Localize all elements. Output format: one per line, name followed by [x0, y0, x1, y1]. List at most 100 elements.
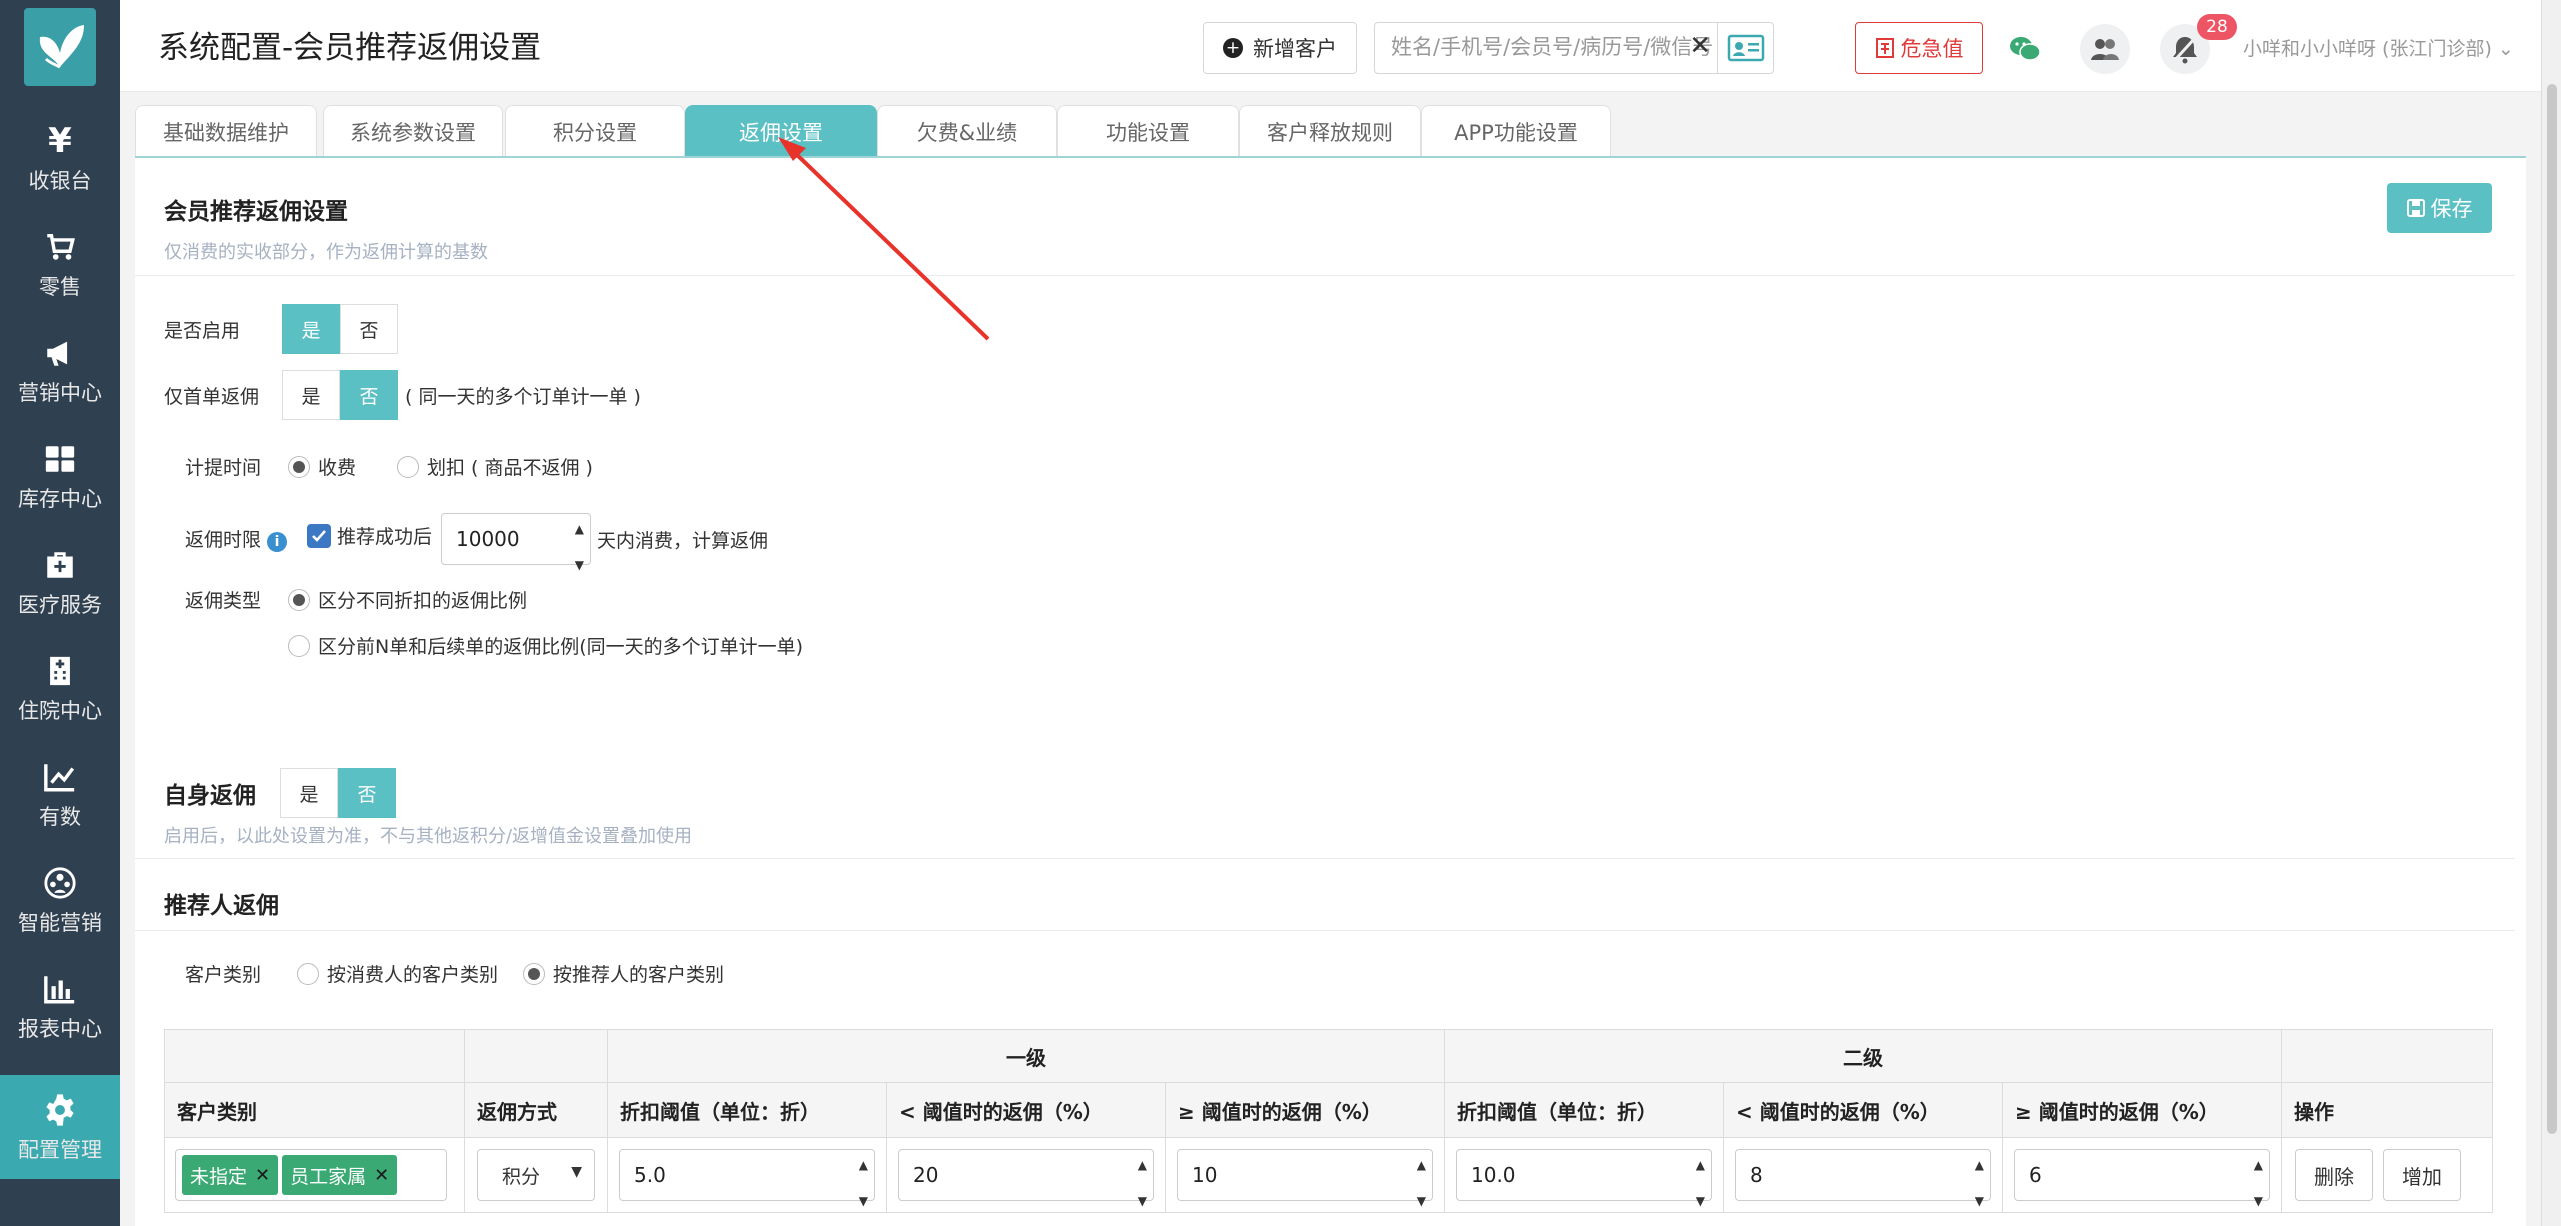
sidebar-item-inventory[interactable]: 库存中心 — [0, 424, 120, 528]
id-card-icon[interactable] — [1717, 23, 1773, 73]
sidebar-item-config[interactable]: 配置管理 — [0, 1075, 120, 1179]
rebate-type-discount-radio[interactable]: 区分不同折扣的返佣比例 — [288, 586, 527, 613]
self-rebate-subtitle: 启用后，以此处设置为准，不与其他返积分/返增值金设置叠加使用 — [164, 826, 693, 847]
level2-threshold-input[interactable]: 10.0 ▲ ▼ — [1456, 1149, 1712, 1208]
scrollbar-thumb[interactable] — [2547, 84, 2557, 1134]
notification-badge: 28 — [2197, 14, 2237, 40]
stepper-arrows-icon[interactable]: ▲ ▼ — [1417, 1156, 1426, 1210]
table-corner-cell — [464, 1029, 608, 1083]
table-corner-cell — [2281, 1029, 2493, 1083]
divider — [135, 858, 2515, 859]
sidebar-item-label: 住院中心 — [18, 699, 102, 723]
tab-release-rules[interactable]: 客户释放规则 — [1239, 105, 1421, 157]
divider — [135, 930, 2515, 931]
accrual-charge-radio[interactable]: 收费 — [288, 453, 356, 480]
sidebar-item-retail[interactable]: 零售 — [0, 212, 120, 316]
self-rebate-toggle: 是 否 — [280, 768, 396, 818]
sidebar-item-reports[interactable]: 报表中心 — [0, 954, 120, 1058]
time-limit-days-input[interactable]: 10000 ▲ ▼ — [441, 513, 591, 572]
level2-above-input[interactable]: 6 ▲ ▼ — [2014, 1149, 2270, 1208]
sidebar-item-label: 营销中心 — [18, 381, 102, 405]
time-limit-text: 返佣时限 — [185, 529, 262, 551]
sidebar-item-medical[interactable]: 医疗服务 — [0, 530, 120, 634]
enable-no-option[interactable]: 否 — [340, 304, 398, 354]
group-users-icon[interactable] — [2080, 24, 2130, 74]
first-order-toggle: 是 否 — [282, 370, 398, 420]
cart-icon — [43, 227, 77, 267]
column-header: 返佣方式 — [464, 1082, 608, 1138]
stepper-arrows-icon[interactable]: ▲ ▼ — [1696, 1156, 1705, 1210]
page-title: 系统配置-会员推荐返佣设置 — [158, 30, 542, 66]
sidebar-item-label: 收银台 — [28, 169, 92, 193]
stepper-arrows-icon[interactable]: ▲ ▼ — [1138, 1156, 1147, 1210]
sidebar-item-smart-marketing[interactable]: 智能营销 — [0, 848, 120, 952]
first-order-yes-option[interactable]: 是 — [282, 370, 340, 420]
category-by-consumer-radio[interactable]: 按消费人的客户类别 — [297, 960, 498, 987]
sidebar-item-marketing[interactable]: 营销中心 — [0, 318, 120, 422]
stepper-arrows-icon[interactable]: ▲ ▼ — [575, 520, 584, 574]
tab-arrears[interactable]: 欠费&业绩 — [877, 105, 1057, 157]
stepper-arrows-icon[interactable]: ▲ ▼ — [1975, 1156, 1984, 1210]
sidebar-item-cashier[interactable]: ¥ 收银台 — [0, 106, 120, 210]
people-icon — [43, 863, 77, 903]
section-title: 会员推荐返佣设置 — [164, 199, 348, 225]
floppy-icon — [2406, 199, 2425, 217]
first-order-label: 仅首单返佣 — [164, 386, 260, 408]
tab-app-functions[interactable]: APP功能设置 — [1421, 105, 1611, 157]
radio-dot — [288, 588, 310, 611]
sidebar: ¥ 收银台 零售 营销中心 库存中心 医疗服务 住院中心 有数 智能营销 报表中… — [0, 0, 120, 1226]
enable-yes-option[interactable]: 是 — [282, 304, 340, 354]
app-logo[interactable] — [24, 8, 96, 86]
page-scrollbar[interactable] — [2541, 0, 2561, 1226]
level2-below-input[interactable]: 8 ▲ ▼ — [1735, 1149, 1991, 1208]
new-customer-button[interactable]: + 新增客户 — [1203, 22, 1357, 74]
stepper-arrows-icon[interactable]: ▲ ▼ — [2254, 1156, 2263, 1210]
table-row-category-cell: 未指定 ✕ 员工家属 ✕ — [164, 1137, 465, 1213]
wechat-icon[interactable] — [2000, 24, 2050, 74]
enable-label: 是否启用 — [164, 320, 241, 342]
rebate-type-order-label: 区分前N单和后续单的返佣比例(同一天的多个订单计一单) — [318, 636, 804, 658]
tab-functions[interactable]: 功能设置 — [1057, 105, 1239, 157]
hospital-icon — [43, 651, 77, 691]
add-row-button[interactable]: 增加 — [2383, 1149, 2461, 1201]
level1-threshold-input[interactable]: 5.0 ▲ ▼ — [619, 1149, 875, 1208]
first-order-no-option[interactable]: 否 — [340, 370, 398, 420]
sidebar-item-analytics[interactable]: 有数 — [0, 742, 120, 846]
rebate-method-select[interactable]: 积分 ▼ — [477, 1149, 595, 1201]
flask-icon — [1875, 38, 1894, 58]
sidebar-item-label: 报表中心 — [18, 1017, 102, 1041]
time-limit-checkbox[interactable]: 推荐成功后 — [307, 522, 432, 549]
line-chart-icon — [43, 757, 77, 797]
category-by-referrer-radio[interactable]: 按推荐人的客户类别 — [523, 960, 724, 987]
tab-system-params[interactable]: 系统参数设置 — [323, 105, 503, 157]
time-limit-check-label: 推荐成功后 — [337, 526, 433, 548]
sidebar-item-inpatient[interactable]: 住院中心 — [0, 636, 120, 740]
rebate-type-order-radio[interactable]: 区分前N单和后续单的返佣比例(同一天的多个订单计一单) — [288, 632, 803, 659]
customer-category-multiselect[interactable]: 未指定 ✕ 员工家属 ✕ — [175, 1149, 447, 1201]
section-subtitle: 仅消费的实收部分，作为返佣计算的基数 — [164, 242, 488, 263]
remove-tag-icon[interactable]: ✕ — [374, 1165, 389, 1186]
table-corner-cell — [164, 1029, 465, 1083]
info-icon[interactable]: i — [267, 532, 288, 552]
delete-row-button[interactable]: 删除 — [2295, 1149, 2373, 1201]
tab-basic-data[interactable]: 基础数据维护 — [135, 105, 317, 157]
critical-value-button[interactable]: 危急值 — [1855, 22, 1983, 74]
self-rebate-no-option[interactable]: 否 — [338, 768, 396, 818]
save-button[interactable]: 保存 — [2387, 183, 2492, 233]
yen-icon: ¥ — [48, 121, 72, 161]
accrual-deduct-label: 划扣 ( 商品不返佣 ) — [427, 457, 593, 479]
save-label: 保存 — [2430, 197, 2473, 221]
user-menu[interactable]: 小咩和小小咩呀 (张江门诊部) ⌄ — [2243, 34, 2514, 61]
stepper-arrows-icon[interactable]: ▲ ▼ — [859, 1156, 868, 1210]
tab-rebate[interactable]: 返佣设置 — [685, 105, 877, 157]
level1-below-input[interactable]: 20 ▲ ▼ — [898, 1149, 1154, 1208]
self-rebate-yes-option[interactable]: 是 — [280, 768, 338, 818]
tab-points[interactable]: 积分设置 — [505, 105, 685, 157]
customer-search-input[interactable] — [1391, 23, 1731, 71]
level1-above-input[interactable]: 10 ▲ ▼ — [1177, 1149, 1433, 1208]
accrual-deduct-radio[interactable]: 划扣 ( 商品不返佣 ) — [397, 453, 593, 480]
remove-tag-icon[interactable]: ✕ — [255, 1165, 270, 1186]
clear-icon[interactable]: ✕ — [1689, 31, 1711, 61]
accrual-label: 计提时间 — [185, 457, 262, 479]
self-rebate-title: 自身返佣 — [164, 783, 256, 809]
